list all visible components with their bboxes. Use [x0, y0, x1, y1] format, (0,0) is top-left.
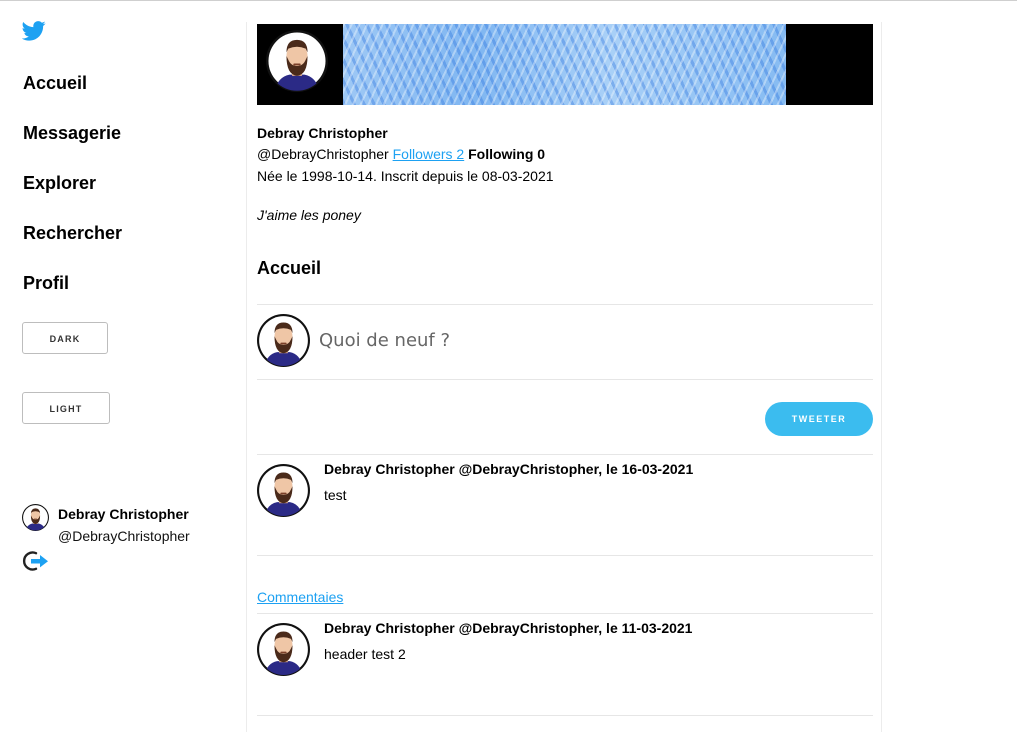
- nav-accueil[interactable]: Accueil: [23, 73, 87, 94]
- profile-handle: @DebrayChristopher: [257, 146, 389, 162]
- nav-explorer[interactable]: Explorer: [23, 173, 96, 194]
- sidebar: Accueil Messagerie Explorer Rechercher P…: [0, 0, 240, 730]
- logout-icon[interactable]: [22, 550, 49, 572]
- avatar: [22, 504, 49, 531]
- tweet-item: Debray Christopher @DebrayChristopher, l…: [257, 454, 873, 554]
- tweet-item: Debray Christopher @DebrayChristopher, l…: [257, 613, 873, 713]
- sidebar-user-handle: @DebrayChristopher: [58, 528, 190, 544]
- tweet-header: Debray Christopher @DebrayChristopher, l…: [324, 461, 694, 477]
- profile-stats: @DebrayChristopher Followers 2 Following…: [257, 146, 545, 162]
- light-theme-button[interactable]: LIGHT: [22, 392, 110, 424]
- divider: [257, 555, 873, 556]
- tweet-avatar: [257, 464, 310, 517]
- nav-profil[interactable]: Profil: [23, 273, 69, 294]
- twitter-bird-icon[interactable]: [22, 20, 46, 42]
- feed-title: Accueil: [257, 258, 322, 278]
- nav-rechercher[interactable]: Rechercher: [23, 223, 122, 244]
- comments-link[interactable]: Commentaies: [257, 589, 343, 605]
- tweet-header: Debray Christopher @DebrayChristopher, l…: [324, 620, 693, 636]
- banner-image: [343, 24, 786, 105]
- tweet-button[interactable]: TWEETER: [765, 402, 873, 436]
- tweet-text: header test 2: [324, 646, 406, 662]
- tweet-text: test: [324, 487, 347, 503]
- sidebar-user-name: Debray Christopher: [58, 506, 189, 522]
- followers-link[interactable]: Followers 2: [393, 146, 465, 162]
- profile-name: Debray Christopher: [257, 125, 388, 141]
- profile-banner: [257, 24, 873, 105]
- divider: [257, 379, 873, 380]
- nav-messagerie[interactable]: Messagerie: [23, 123, 121, 144]
- divider: [257, 304, 873, 305]
- profile-bio: J'aime les poney: [257, 207, 361, 223]
- divider: [257, 715, 873, 716]
- dark-theme-button[interactable]: DARK: [22, 322, 108, 354]
- profile-avatar: [266, 30, 328, 92]
- profile-details: Née le 1998-10-14. Inscrit depuis le 08-…: [257, 168, 554, 184]
- compose-input[interactable]: [319, 325, 849, 355]
- tweet-avatar: [257, 623, 310, 676]
- main-feed: Debray Christopher @DebrayChristopher Fo…: [246, 22, 882, 732]
- compose-avatar: [257, 314, 310, 367]
- following-count: Following 0: [468, 146, 546, 162]
